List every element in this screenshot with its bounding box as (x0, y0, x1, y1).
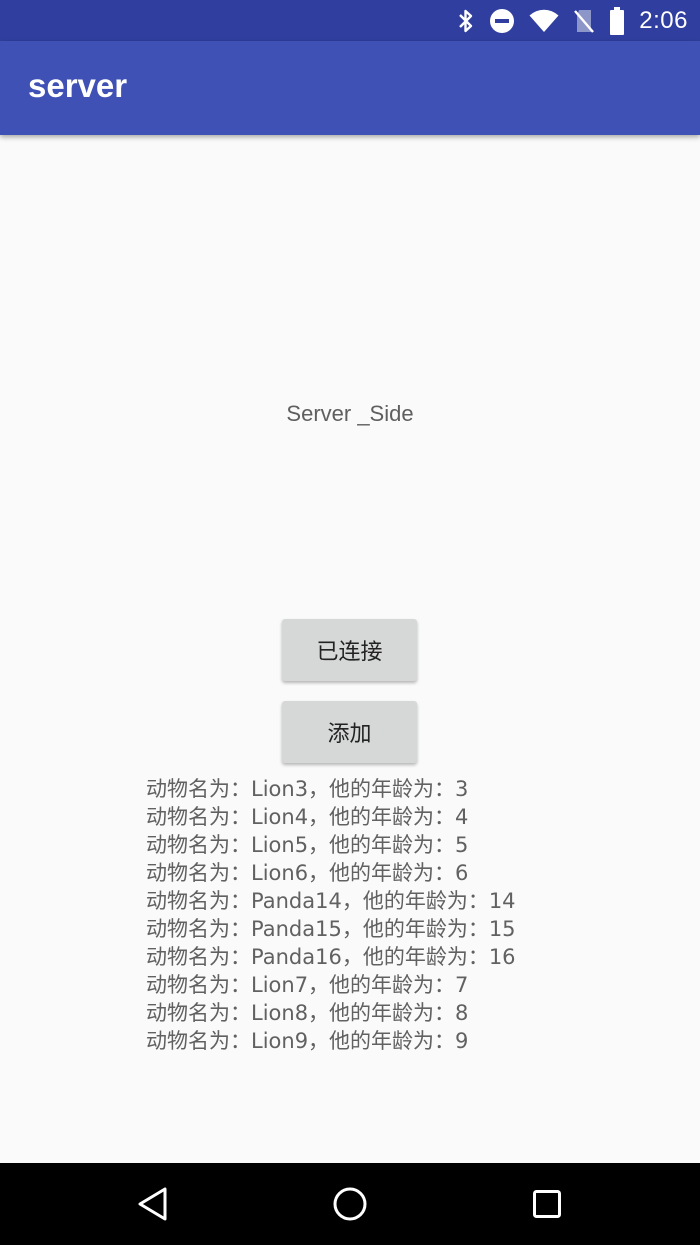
list-item: 动物名为：Lion5，他的年龄为：5 (146, 833, 469, 857)
list-item: 动物名为：Lion3，他的年龄为：3 (146, 777, 469, 801)
list-item: 动物名为：Lion7，他的年龄为：7 (146, 973, 469, 997)
battery-icon (610, 6, 625, 35)
no-sim-icon (574, 9, 595, 33)
status-clock: 2:06 (639, 6, 688, 34)
app-bar: server (0, 41, 700, 135)
list-item: 动物名为：Lion6，他的年龄为：6 (146, 861, 469, 885)
animal-record-list: 动物名为：Lion3，他的年龄为：3 动物名为：Lion4，他的年龄为：4 动物… (146, 775, 516, 1055)
back-button[interactable] (113, 1163, 193, 1245)
status-bar: 2:06 (0, 0, 700, 41)
navigation-bar (0, 1163, 700, 1245)
home-icon (333, 1187, 367, 1221)
add-button[interactable]: 添加 (282, 701, 417, 763)
bluetooth-icon (459, 9, 473, 32)
back-icon (138, 1187, 167, 1221)
list-item: 动物名为：Lion9，他的年龄为：9 (146, 1029, 469, 1053)
connected-button[interactable]: 已连接 (282, 619, 417, 681)
recents-icon (533, 1190, 561, 1218)
app-screen: 2:06 server Server _Side 已连接 添加 动物名为：Lio… (0, 0, 700, 1245)
do-not-disturb-icon (490, 8, 515, 33)
recents-button[interactable] (507, 1163, 587, 1245)
list-item: 动物名为：Panda15，他的年龄为：15 (146, 917, 516, 941)
list-item: 动物名为：Lion4，他的年龄为：4 (146, 805, 469, 829)
wifi-icon (529, 9, 559, 32)
app-title: server (28, 67, 128, 104)
list-item: 动物名为：Panda14，他的年龄为：14 (146, 889, 516, 913)
server-side-label: Server _Side (286, 401, 414, 426)
list-item: 动物名为：Panda16，他的年龄为：16 (146, 945, 516, 969)
status-icons: 2:06 (457, 0, 688, 41)
home-button[interactable] (310, 1163, 390, 1245)
list-item: 动物名为：Lion8，他的年龄为：8 (146, 1001, 469, 1025)
